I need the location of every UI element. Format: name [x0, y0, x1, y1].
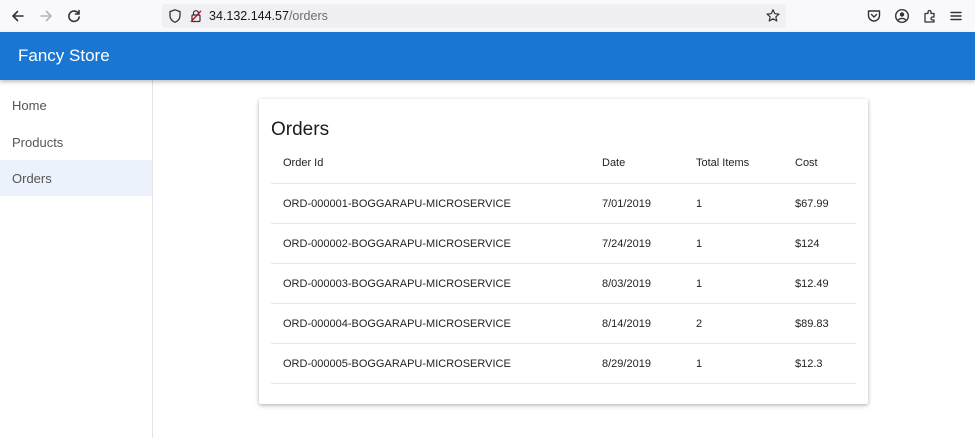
orders-table: Order Id Date Total Items Cost ORD-00000… — [271, 143, 856, 384]
column-header-date: Date — [590, 143, 684, 184]
total-items-cell: 2 — [684, 303, 783, 344]
address-bar[interactable]: 34.132.144.57/orders — [162, 4, 786, 28]
sidebar-item-orders[interactable]: Orders — [0, 160, 152, 196]
page-title: Orders — [271, 119, 330, 140]
date-cell: 7/24/2019 — [590, 223, 684, 264]
total-items-cell: 1 — [684, 263, 783, 304]
lock-icon[interactable] — [188, 8, 204, 24]
url-path: /orders — [288, 9, 328, 23]
app-title[interactable]: Fancy Store — [18, 46, 110, 66]
sidebar-item-home[interactable]: Home — [0, 87, 152, 123]
cost-cell: $67.99 — [783, 183, 856, 224]
account-icon[interactable] — [893, 7, 911, 25]
column-header-order-id: Order Id — [271, 143, 590, 184]
shield-icon[interactable] — [167, 8, 183, 24]
total-items-cell: 1 — [684, 223, 783, 264]
orders-card: Orders Order Id Date Total Items Cost OR… — [259, 99, 868, 404]
reload-icon[interactable] — [63, 5, 85, 27]
forward-icon[interactable] — [35, 5, 57, 27]
order-id-cell: ORD-000005-BOGGARAPU-MICROSERVICE — [271, 343, 590, 384]
star-icon[interactable] — [765, 8, 781, 24]
table-header-row: Order Id Date Total Items Cost — [271, 143, 856, 184]
table-row[interactable]: ORD-000004-BOGGARAPU-MICROSERVICE 8/14/2… — [271, 303, 856, 344]
date-cell: 8/14/2019 — [590, 303, 684, 344]
sidebar-item-label: Home — [12, 98, 47, 113]
cost-cell: $89.83 — [783, 303, 856, 344]
url-host: 34.132.144.57 — [209, 9, 289, 23]
sidebar: Home Products Orders — [0, 80, 153, 438]
order-id-cell: ORD-000004-BOGGARAPU-MICROSERVICE — [271, 303, 590, 344]
total-items-cell: 1 — [684, 183, 783, 224]
order-id-cell: ORD-000002-BOGGARAPU-MICROSERVICE — [271, 223, 590, 264]
url-text[interactable]: 34.132.144.57/orders — [209, 9, 328, 23]
order-id-cell: ORD-000003-BOGGARAPU-MICROSERVICE — [271, 263, 590, 304]
cost-cell: $124 — [783, 223, 856, 264]
column-header-cost: Cost — [783, 143, 856, 184]
table-row[interactable]: ORD-000001-BOGGARAPU-MICROSERVICE 7/01/2… — [271, 183, 856, 224]
date-cell: 8/29/2019 — [590, 343, 684, 384]
app-header: Fancy Store — [0, 32, 975, 80]
total-items-cell: 1 — [684, 343, 783, 384]
menu-icon[interactable] — [947, 7, 965, 25]
order-id-cell: ORD-000001-BOGGARAPU-MICROSERVICE — [271, 183, 590, 224]
table-row[interactable]: ORD-000003-BOGGARAPU-MICROSERVICE 8/03/2… — [271, 263, 856, 304]
table-row[interactable]: ORD-000002-BOGGARAPU-MICROSERVICE 7/24/2… — [271, 223, 856, 264]
sidebar-item-label: Products — [12, 135, 64, 150]
back-icon[interactable] — [7, 5, 29, 27]
pocket-icon[interactable] — [865, 7, 883, 25]
column-header-total-items: Total Items — [684, 143, 783, 184]
cost-cell: $12.3 — [783, 343, 856, 384]
sidebar-item-label: Orders — [12, 171, 52, 186]
sidebar-item-products[interactable]: Products — [0, 124, 152, 160]
cost-cell: $12.49 — [783, 263, 856, 304]
table-row[interactable]: ORD-000005-BOGGARAPU-MICROSERVICE 8/29/2… — [271, 343, 856, 384]
extensions-icon[interactable] — [921, 7, 939, 25]
date-cell: 8/03/2019 — [590, 263, 684, 304]
date-cell: 7/01/2019 — [590, 183, 684, 224]
browser-toolbar: 34.132.144.57/orders — [0, 0, 975, 33]
